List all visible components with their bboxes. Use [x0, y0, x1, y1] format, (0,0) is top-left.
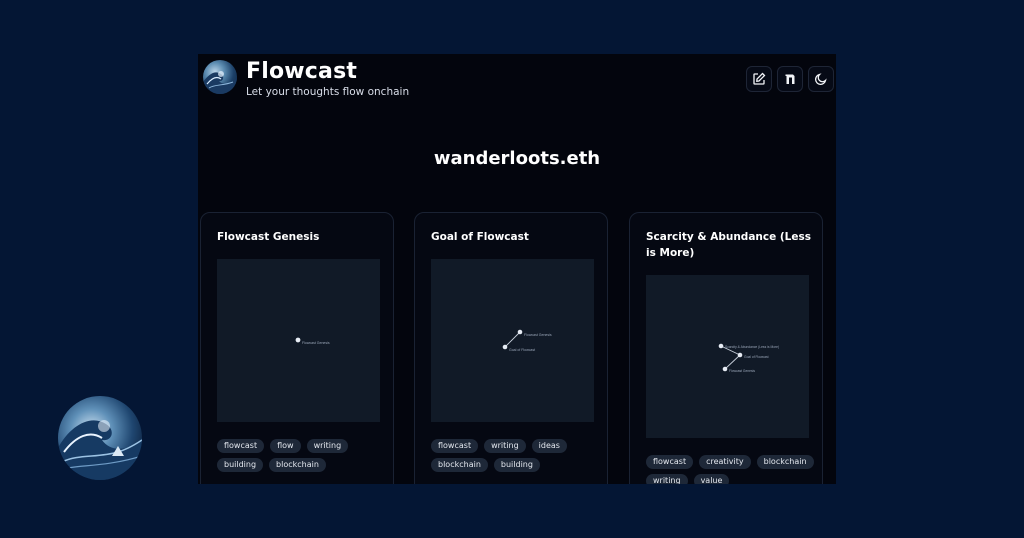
flowcast-wave-logo — [58, 396, 142, 480]
graph-node-label: Flowcast Genesis — [524, 333, 552, 337]
app-window: Flowcast Let your thoughts flow onchain — [198, 54, 836, 484]
tag[interactable]: building — [493, 458, 540, 472]
knowledge-graph[interactable]: Flowcast Genesis — [217, 259, 380, 422]
graph-node-label: Flowcast Genesis — [302, 341, 330, 345]
graph-node[interactable] — [502, 344, 508, 350]
graph-node[interactable] — [722, 366, 728, 372]
card-title: Goal of Flowcast — [431, 231, 529, 243]
tag-list: flowcast creativity blockchain writing v… — [646, 455, 816, 484]
graph-node-label: Scarcity & Abundance (Less is More) — [725, 345, 779, 349]
flowcast-logo[interactable] — [203, 60, 237, 94]
tag[interactable]: flowcast — [646, 455, 694, 469]
post-card[interactable]: Flowcast Genesis Flowcast Genesis flowca… — [200, 212, 394, 484]
tag[interactable]: ideas — [531, 439, 567, 453]
tag[interactable]: flow — [270, 439, 301, 453]
moon-icon — [814, 72, 828, 86]
tag[interactable]: creativity — [699, 455, 751, 469]
header: Flowcast Let your thoughts flow onchain — [198, 54, 836, 114]
tag-list: flowcast flow writing building blockchai… — [217, 439, 387, 472]
tag[interactable]: flowcast — [431, 439, 479, 453]
card-title: Flowcast Genesis — [217, 231, 320, 243]
app-subtitle: Let your thoughts flow onchain — [246, 86, 410, 98]
knowledge-graph[interactable]: Scarcity & Abundance (Less is More) Goal… — [646, 275, 809, 438]
graph-node[interactable] — [718, 343, 724, 349]
tag[interactable]: value — [693, 474, 730, 484]
graph-node[interactable] — [737, 352, 743, 358]
tag-list: flowcast writing ideas blockchain buildi… — [431, 439, 601, 472]
card-title: Scarcity & Abundance (Less is More) — [646, 231, 811, 259]
tag[interactable]: blockchain — [756, 455, 814, 469]
graph-node-label: Goal of Flowcast — [509, 348, 535, 352]
graph-node[interactable] — [295, 337, 301, 343]
post-card[interactable]: Goal of Flowcast Flowcast Genesis Goal o… — [414, 212, 608, 484]
tag[interactable]: flowcast — [217, 439, 265, 453]
tag[interactable]: blockchain — [269, 458, 326, 472]
edit-icon — [752, 72, 766, 86]
notion-button[interactable] — [777, 66, 803, 92]
tag[interactable]: writing — [484, 439, 526, 453]
notion-icon — [783, 72, 797, 86]
tag[interactable]: building — [217, 458, 264, 472]
theme-toggle-button[interactable] — [808, 66, 834, 92]
graph-node-label: Goal of Flowcast — [744, 355, 769, 359]
tag[interactable]: blockchain — [431, 458, 488, 472]
edit-button[interactable] — [746, 66, 772, 92]
tag[interactable]: writing — [306, 439, 349, 453]
profile-name: wanderloots.eth — [433, 148, 601, 169]
tag[interactable]: writing — [646, 474, 688, 484]
graph-node[interactable] — [517, 329, 523, 335]
knowledge-graph[interactable]: Flowcast Genesis Goal of Flowcast — [431, 259, 594, 422]
post-card[interactable]: Scarcity & Abundance (Less is More) Scar… — [629, 212, 823, 484]
app-title: Flowcast — [246, 59, 358, 84]
graph-node-label: Flowcast Genesis — [729, 369, 755, 373]
